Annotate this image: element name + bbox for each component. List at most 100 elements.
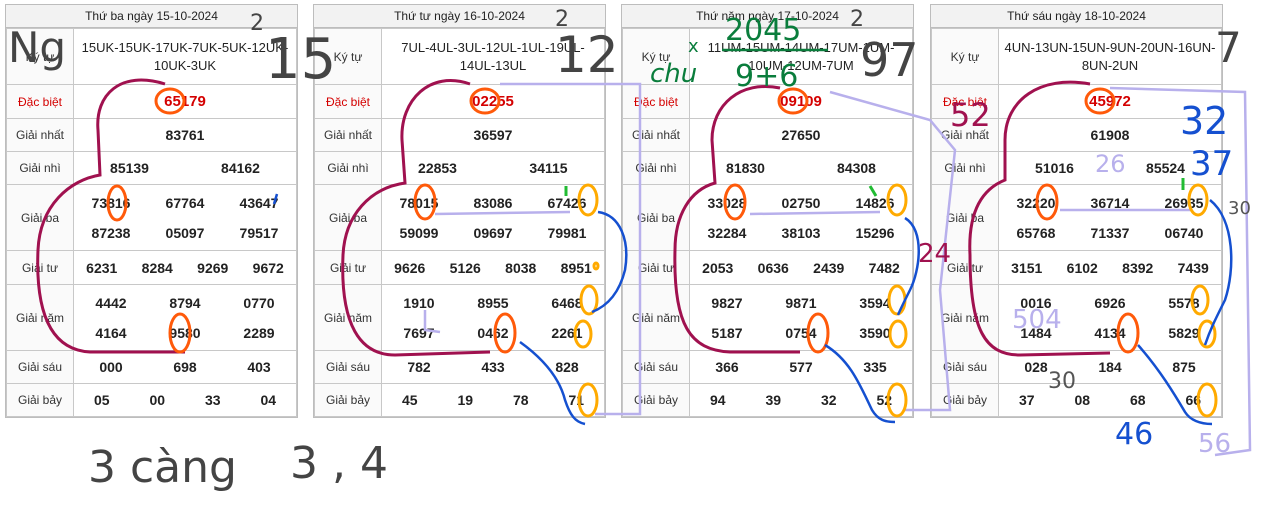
- giai-ba-value: 06740: [1164, 224, 1204, 241]
- giai-nam-value: 0754: [785, 324, 817, 341]
- giai-sau-value: 184: [1098, 359, 1122, 375]
- giai-ba-value: 73816: [91, 194, 131, 211]
- giai-ba-value: 15296: [855, 224, 895, 241]
- giai-bay-value: 19: [457, 392, 474, 408]
- row-label-giai-nam: Giải năm: [6, 284, 74, 351]
- giai-nam-value: 6926: [1094, 294, 1126, 311]
- results-table: Ký tự 4UN-13UN-15UN-9UN-20UN-16UN-8UN-2UN…: [931, 28, 1222, 417]
- row-label-giai-sau: Giải sáu: [931, 350, 999, 384]
- giai-nhat-value: 27650: [689, 118, 913, 152]
- giai-ba-value: 38103: [781, 224, 821, 241]
- giai-tu-value: 8951: [560, 259, 592, 276]
- giai-bay-value: 00: [149, 392, 166, 408]
- giai-ba-value: 26935: [1164, 194, 1204, 211]
- giai-ba-value: 78015: [399, 194, 439, 211]
- giai-bay-value: 71: [568, 392, 585, 408]
- note-bottom-nums: 3 , 4: [290, 438, 388, 489]
- giai-tu-value: 2439: [813, 259, 845, 276]
- giai-tu-value: 7482: [868, 259, 900, 276]
- giai-sau-value: 028: [1024, 359, 1048, 375]
- row-label-giai-tu: Giải tư: [314, 250, 382, 285]
- results-table: Ký tự 15UK-15UK-17UK-7UK-5UK-12UK-10UK-3U…: [6, 28, 297, 417]
- giai-ba-value: 79517: [239, 224, 279, 241]
- row-label-dac-biet: Đặc biệt: [622, 84, 690, 119]
- giai-ba-value: 32220: [1016, 194, 1056, 211]
- giai-sau-value: 000: [99, 359, 123, 375]
- giai-bay-value: 32: [820, 392, 837, 408]
- row-label-dac-biet: Đặc biệt: [6, 84, 74, 119]
- row-label-giai-nhat: Giải nhất: [931, 118, 999, 152]
- row-label-giai-ba: Giải ba: [622, 184, 690, 251]
- giai-ba-value: 79981: [547, 224, 587, 241]
- giai-sau-value: 366: [715, 359, 739, 375]
- results-table: Ký tự 7UL-4UL-3UL-12UL-1UL-19UL-14UL-13UL…: [314, 28, 605, 417]
- row-label-dac-biet: Đặc biệt: [314, 84, 382, 119]
- giai-tu-value: 8284: [141, 259, 173, 276]
- giai-ba-value: 32284: [707, 224, 747, 241]
- row-label-giai-nam: Giải năm: [314, 284, 382, 351]
- day-card-1: Thứ ba ngày 15-10-2024 Ký tự 15UK-15UK-17U…: [5, 4, 298, 418]
- giai-nam-value: 5829: [1168, 324, 1200, 341]
- giai-bay-value: 04: [260, 392, 277, 408]
- giai-sau-value: 335: [863, 359, 887, 375]
- row-label-dac-biet: Đặc biệt: [931, 84, 999, 119]
- giai-sau-value: 828: [555, 359, 579, 375]
- giai-nam-value: 3594: [859, 294, 891, 311]
- giai-ba-value: 67764: [165, 194, 205, 211]
- row-label-ky-tu: Ký tự: [6, 28, 74, 85]
- giai-ba-value: 14826: [855, 194, 895, 211]
- row-label-giai-nhat: Giải nhất: [622, 118, 690, 152]
- giai-tu-value: 8038: [505, 259, 537, 276]
- giai-tu-value: 0636: [757, 259, 789, 276]
- ky-tu-codes: 7UL-4UL-3UL-12UL-1UL-19UL-14UL-13UL: [381, 28, 605, 85]
- giai-nhi-value: 34115: [529, 160, 568, 176]
- row-label-giai-sau: Giải sáu: [314, 350, 382, 384]
- giai-tu-value: 9269: [197, 259, 229, 276]
- giai-tu-value: 6231: [86, 259, 118, 276]
- giai-bay-value: 39: [765, 392, 782, 408]
- giai-tu-value: 3151: [1011, 259, 1043, 276]
- giai-ba-value: 65768: [1016, 224, 1056, 241]
- giai-bay-value: 78: [512, 392, 529, 408]
- giai-nhi-value: 84162: [221, 160, 260, 176]
- giai-nam-value: 7697: [403, 324, 435, 341]
- giai-nhat-value: 36597: [381, 118, 605, 152]
- giai-sau-value: 875: [1172, 359, 1196, 375]
- row-label-giai-bay: Giải bảy: [931, 383, 999, 417]
- giai-ba-value: 05097: [165, 224, 205, 241]
- giai-tu-value: 9672: [252, 259, 284, 276]
- giai-tu-value: 2053: [702, 259, 734, 276]
- giai-nam-value: 5578: [1168, 294, 1200, 311]
- giai-sau-value: 698: [173, 359, 197, 375]
- giai-nhat-value: 61908: [998, 118, 1222, 152]
- giai-sau-value: 403: [247, 359, 271, 375]
- row-label-giai-sau: Giải sáu: [6, 350, 74, 384]
- dac-biet-value: 45972: [998, 84, 1222, 119]
- row-label-ky-tu: Ký tự: [314, 28, 382, 85]
- giai-bay-value: 68: [1129, 392, 1146, 408]
- row-label-giai-bay: Giải bảy: [314, 383, 382, 417]
- note-46: 46: [1115, 417, 1153, 452]
- ky-tu-codes: 4UN-13UN-15UN-9UN-20UN-16UN-8UN-2UN: [998, 28, 1222, 85]
- giai-nam-value: 0462: [477, 324, 509, 341]
- giai-ba-value: 59099: [399, 224, 439, 241]
- date-header: Thứ năm ngày 17-10-2024: [622, 5, 913, 28]
- dac-biet-value: 02255: [381, 84, 605, 119]
- giai-tu-value: 6102: [1066, 259, 1098, 276]
- giai-nam-value: 9580: [169, 324, 201, 341]
- giai-nam-value: 1910: [403, 294, 435, 311]
- row-label-giai-nhat: Giải nhất: [6, 118, 74, 152]
- giai-ba-value: 09697: [473, 224, 513, 241]
- day-card-3: Thứ năm ngày 17-10-2024 Ký tự 11UM-15UM-14…: [621, 4, 914, 418]
- row-label-giai-nhi: Giải nhì: [314, 151, 382, 185]
- giai-bay-value: 08: [1074, 392, 1091, 408]
- giai-nam-value: 8794: [169, 294, 201, 311]
- giai-nam-value: 6468: [551, 294, 583, 311]
- giai-nam-value: 5187: [711, 324, 743, 341]
- row-label-giai-ba: Giải ba: [931, 184, 999, 251]
- giai-tu-value: 7439: [1177, 259, 1209, 276]
- giai-nam-value: 9871: [785, 294, 817, 311]
- day-card-2: Thứ tư ngày 16-10-2024 Ký tự 7UL-4UL-3UL-1…: [313, 4, 606, 418]
- giai-bay-value: 45: [401, 392, 418, 408]
- row-label-giai-bay: Giải bảy: [6, 383, 74, 417]
